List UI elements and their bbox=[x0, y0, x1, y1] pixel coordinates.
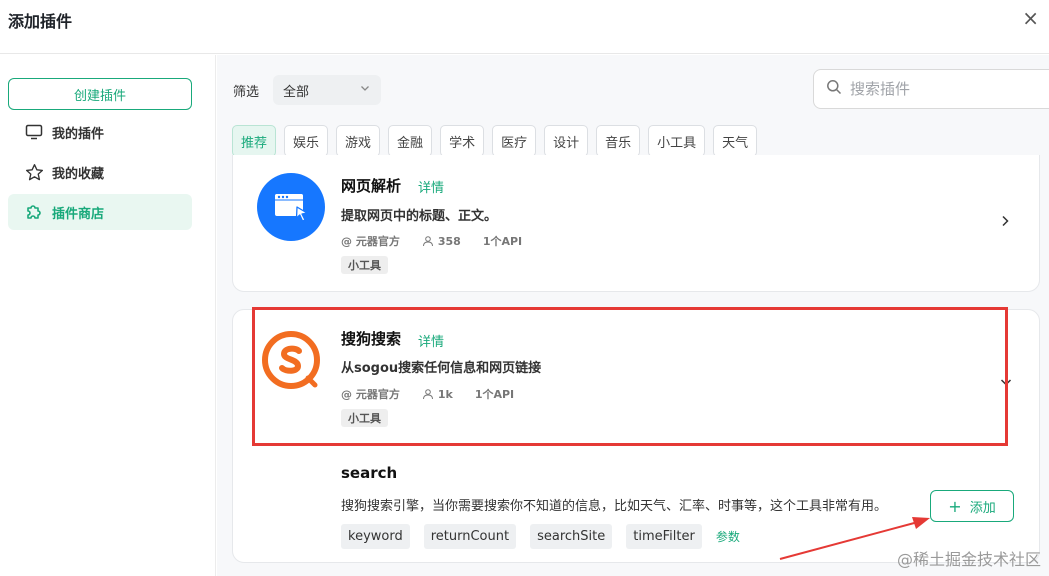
plugin-api-count: 1个API bbox=[482, 235, 523, 248]
add-label: 添加 bbox=[969, 500, 996, 516]
plugin-users: 1k bbox=[422, 388, 453, 401]
chevron-down-icon[interactable] bbox=[999, 372, 1013, 393]
plugin-author: @ 元器官方 bbox=[341, 235, 400, 248]
tab-design[interactable]: 设计 bbox=[544, 125, 589, 157]
plugin-store-main: 筛选 全部 推荐 娱乐 游戏 金融 学术 医疗 设计 音乐 小工具 天气 bbox=[217, 55, 1049, 576]
plugin-author: @ 元器官方 bbox=[341, 388, 400, 401]
tab-music[interactable]: 音乐 bbox=[596, 125, 641, 157]
api-description: 搜狗搜索引擎，当你需要搜索你不知道的信息，比如天气、汇率、时事等，这个工具非常有… bbox=[341, 499, 888, 514]
monitor-icon bbox=[24, 122, 44, 142]
user-icon bbox=[422, 236, 433, 247]
dialog-header: 添加插件 × bbox=[0, 0, 1049, 54]
sidebar-item-label: 我的收藏 bbox=[52, 166, 105, 182]
tab-games[interactable]: 游戏 bbox=[336, 125, 381, 157]
param-time-filter: timeFilter bbox=[626, 524, 702, 549]
search-icon bbox=[826, 79, 842, 99]
plugin-meta: @ 元器官方 358 1个API bbox=[341, 233, 544, 249]
category-tabs: 推荐 娱乐 游戏 金融 学术 医疗 设计 音乐 小工具 天气 bbox=[232, 125, 765, 157]
tab-finance[interactable]: 金融 bbox=[388, 125, 433, 157]
tab-recommend[interactable]: 推荐 bbox=[232, 125, 277, 157]
sidebar-item-plugin-store[interactable]: 插件商店 bbox=[8, 194, 192, 230]
plugin-card-sogou[interactable]: 搜狗搜索 详情 从sogou搜索任何信息和网页链接 @ 元器官方 1k 1个AP… bbox=[232, 309, 1040, 563]
user-icon bbox=[422, 389, 433, 400]
chevron-down-icon bbox=[359, 82, 371, 98]
sidebar-item-my-plugins[interactable]: 我的插件 bbox=[8, 114, 192, 150]
tab-academic[interactable]: 学术 bbox=[440, 125, 485, 157]
sidebar: 创建插件 我的插件 我的收藏 插件商店 bbox=[0, 55, 216, 576]
param-keyword: keyword bbox=[341, 524, 410, 549]
plugin-api-count: 1个API bbox=[474, 388, 515, 401]
sidebar-item-label: 我的插件 bbox=[52, 126, 105, 142]
dialog-title: 添加插件 bbox=[8, 12, 73, 31]
tab-entertainment[interactable]: 娱乐 bbox=[284, 125, 329, 157]
filter-select[interactable]: 全部 bbox=[273, 75, 382, 105]
add-api-button[interactable]: + 添加 bbox=[930, 490, 1014, 522]
filter-row: 筛选 全部 bbox=[233, 75, 382, 105]
tab-tools[interactable]: 小工具 bbox=[648, 125, 706, 157]
plugin-tag: 小工具 bbox=[341, 256, 388, 274]
filter-label: 筛选 bbox=[233, 84, 260, 100]
webpage-parse-icon bbox=[257, 173, 325, 241]
plugin-users: 358 bbox=[422, 235, 461, 248]
search-input[interactable] bbox=[850, 80, 1030, 98]
plugin-description: 从sogou搜索任何信息和网页链接 bbox=[341, 361, 542, 376]
puzzle-icon bbox=[24, 202, 44, 222]
plugin-detail-link[interactable]: 详情 bbox=[418, 331, 444, 350]
star-icon bbox=[24, 162, 44, 182]
filter-selected-value: 全部 bbox=[283, 84, 310, 100]
sidebar-item-my-favorites[interactable]: 我的收藏 bbox=[8, 154, 192, 190]
close-icon[interactable]: × bbox=[1022, 6, 1039, 30]
plugin-name: 搜狗搜索 bbox=[341, 330, 402, 348]
search-box[interactable] bbox=[813, 69, 1049, 109]
params-link[interactable]: 参数 bbox=[716, 528, 740, 545]
plugin-card-webparse[interactable]: 网页解析 详情 提取网页中的标题、正文。 @ 元器官方 358 1个API 小工… bbox=[232, 155, 1040, 292]
plugin-name: 网页解析 bbox=[341, 177, 402, 195]
tab-weather[interactable]: 天气 bbox=[713, 125, 758, 157]
plugin-detail-link[interactable]: 详情 bbox=[418, 177, 444, 196]
plugin-description: 提取网页中的标题、正文。 bbox=[341, 209, 498, 224]
plugin-meta: @ 元器官方 1k 1个API bbox=[341, 386, 536, 402]
param-return-count: returnCount bbox=[423, 524, 517, 549]
param-search-site: searchSite bbox=[530, 524, 613, 549]
plugin-users-count: 358 bbox=[437, 234, 461, 248]
plus-icon: + bbox=[948, 496, 962, 516]
api-params: keyword returnCount searchSite timeFilte… bbox=[341, 524, 740, 549]
plugin-users-count: 1k bbox=[437, 387, 453, 401]
api-name: search bbox=[341, 464, 398, 482]
create-plugin-button[interactable]: 创建插件 bbox=[8, 78, 192, 110]
tab-medical[interactable]: 医疗 bbox=[492, 125, 537, 157]
watermark: @稀土掘金技术社区 bbox=[896, 550, 1041, 569]
chevron-right-icon[interactable] bbox=[999, 212, 1011, 233]
sogou-logo-icon bbox=[257, 326, 325, 394]
plugin-tag: 小工具 bbox=[341, 409, 388, 427]
sidebar-item-label: 插件商店 bbox=[52, 206, 105, 222]
